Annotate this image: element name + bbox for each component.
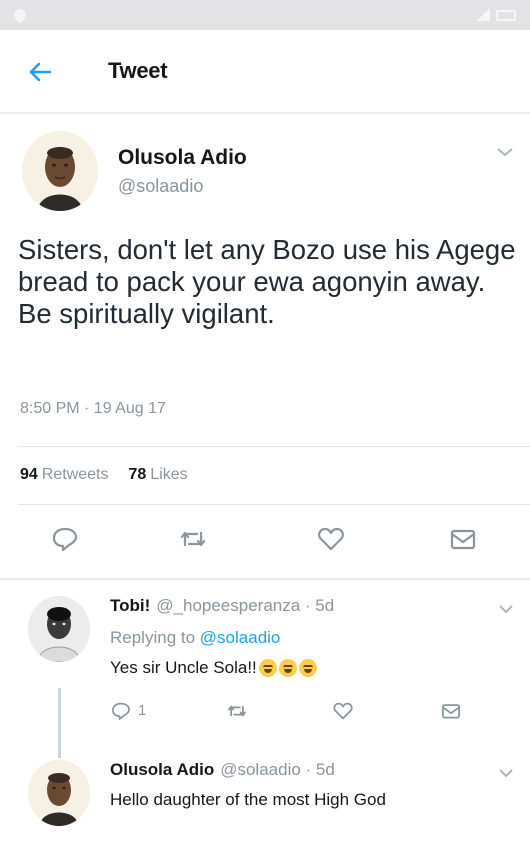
chevron-down-icon[interactable]: [498, 604, 514, 614]
retweet-button[interactable]: [226, 700, 248, 722]
reply-avatar[interactable]: [28, 760, 90, 826]
reply-meta: @solaadio · 5d: [220, 760, 335, 779]
reply-avatar[interactable]: [28, 596, 90, 662]
share-icon: [450, 529, 476, 550]
likes-count: 78: [128, 466, 147, 483]
likes-label: Likes: [150, 466, 188, 483]
divider: [18, 446, 530, 447]
chevron-down-icon[interactable]: [496, 146, 514, 158]
tweet-text: Sisters, don't let any Bozo use his Ageg…: [18, 234, 516, 329]
tweet-actions: [0, 524, 530, 564]
reply-button[interactable]: [110, 700, 132, 722]
reply-text-content: Hello daughter of the most High God: [110, 790, 386, 809]
retweets-count: 94: [20, 466, 38, 483]
thread-line: [58, 688, 61, 758]
like-button[interactable]: [316, 524, 346, 554]
chevron-down-icon[interactable]: [498, 768, 514, 778]
reply-author-name[interactable]: Olusola Adio: [110, 760, 214, 779]
retweet-button[interactable]: [178, 524, 208, 554]
share-button[interactable]: [440, 700, 462, 722]
replying-prefix: Replying to: [110, 628, 196, 647]
reply-text-content: Yes sir Uncle Sola!!: [110, 658, 257, 677]
laughing-emoji-icon: [298, 659, 317, 677]
location-icon: [11, 6, 29, 24]
replying-to: Replying to @solaadio: [110, 628, 280, 648]
replying-mention-link[interactable]: @solaadio: [200, 628, 281, 647]
back-arrow-icon[interactable]: [26, 58, 54, 86]
retweets-label: Retweets: [41, 466, 109, 483]
signal-icon: [476, 9, 490, 21]
page-title: Tweet: [108, 58, 168, 83]
reply-text: Hello daughter of the most High God: [110, 790, 386, 810]
like-icon: [318, 527, 344, 551]
reply-tweet: Olusola Adio @solaadio · 5d Hello daughte…: [0, 752, 530, 846]
tweet-stats: 94 Retweets 78 Likes: [20, 466, 188, 484]
tweet-timestamp: 8:50 PM · 19 Aug 17: [20, 400, 166, 417]
reply-count: 1: [138, 702, 147, 719]
divider: [18, 504, 530, 505]
reply-tweet: Tobi! @_hopeesperanza · 5d Replying to @s…: [0, 582, 530, 752]
reply-text: Yes sir Uncle Sola!!: [110, 658, 317, 678]
reply-button[interactable]: [50, 524, 80, 554]
likes-stat[interactable]: 78 Likes: [129, 466, 188, 484]
reply-icon: [52, 527, 78, 552]
reply-actions: 1: [0, 700, 530, 724]
top-app-bar: Tweet: [0, 30, 530, 114]
laughing-emoji-icon: [278, 659, 297, 677]
author-handle[interactable]: @solaadio: [118, 176, 203, 197]
status-bar: [0, 0, 530, 30]
retweet-icon: [180, 531, 206, 547]
battery-icon: [496, 9, 516, 21]
section-separator: [0, 578, 530, 580]
share-icon: [442, 704, 460, 719]
reply-header: Tobi! @_hopeesperanza · 5d: [110, 596, 334, 616]
status-icons: [476, 9, 516, 21]
reply-author-name[interactable]: Tobi!: [110, 596, 150, 615]
like-icon: [333, 702, 353, 720]
reply-icon: [112, 702, 130, 720]
reply-header: Olusola Adio @solaadio · 5d: [110, 760, 335, 780]
retweets-stat[interactable]: 94 Retweets: [20, 466, 109, 484]
author-avatar[interactable]: [22, 131, 98, 211]
like-button[interactable]: [332, 700, 354, 722]
laughing-emoji-icon: [258, 659, 277, 677]
reply-meta: @_hopeesperanza · 5d: [156, 596, 335, 615]
retweet-icon: [228, 705, 246, 717]
share-button[interactable]: [448, 524, 478, 554]
author-name[interactable]: Olusola Adio: [118, 146, 247, 170]
